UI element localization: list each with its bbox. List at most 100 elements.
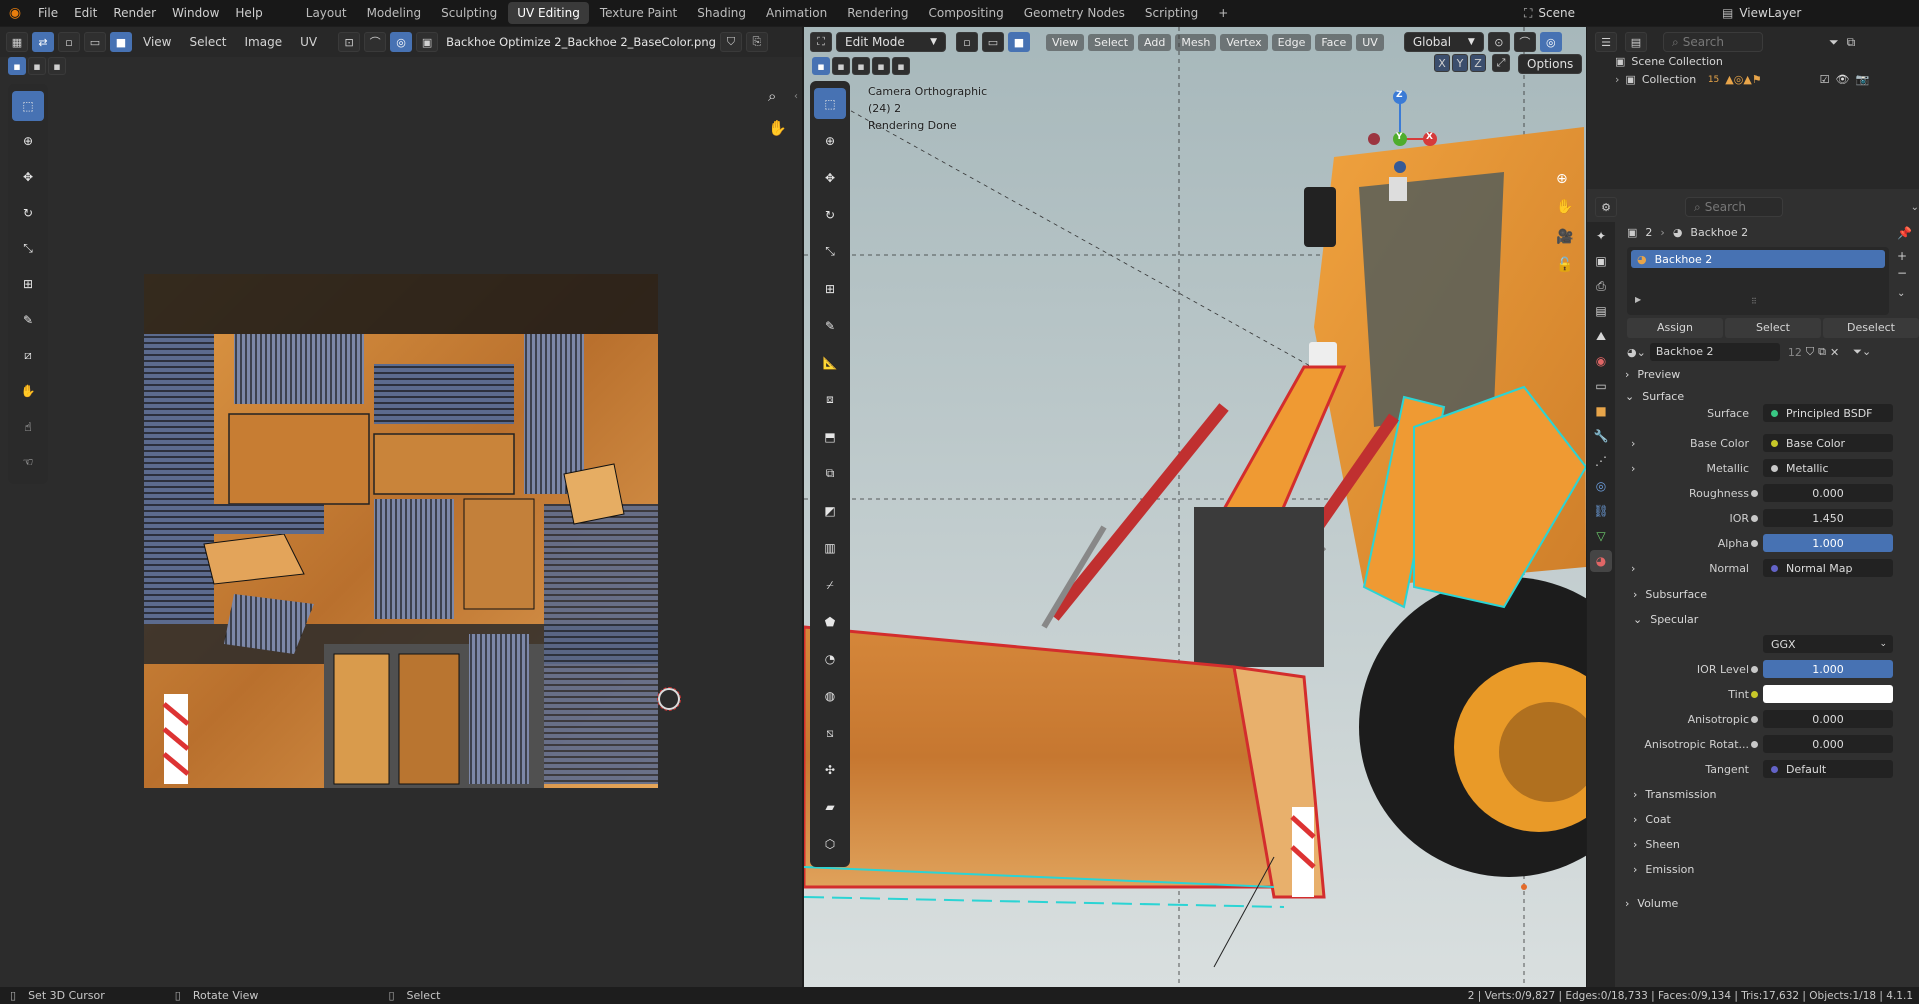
image-browse-icon[interactable]: ▣ [416,32,439,52]
zoom-icon[interactable]: ⌕ [768,87,776,105]
camera-view-icon[interactable]: 🎥 [1556,229,1573,245]
smooth-tool-icon[interactable]: ◍ [814,681,846,712]
emission-section[interactable]: › Emission [1633,863,1694,876]
expand-arrow-icon[interactable]: ▶ [1635,295,1641,304]
unlink-material-icon[interactable]: ✕ [1830,346,1839,359]
transform-icon[interactable]: ⊞ [12,269,44,299]
specular-section[interactable]: ⌄ Specular [1633,613,1698,626]
scene-collection-row[interactable]: ▣ Scene Collection [1615,55,1723,68]
base-color-field[interactable]: Base Color [1763,434,1893,452]
blender-logo-icon[interactable]: ◉ [0,5,30,21]
chevron-right-icon[interactable]: › [1631,462,1635,475]
outliner-type-icon[interactable]: ☰ [1595,32,1617,52]
pan-view-icon[interactable]: ✋ [1556,199,1573,215]
annotate-tool-icon[interactable]: ✎ [814,310,846,341]
face-mode-icon[interactable]: ■ [1008,32,1030,52]
edge-slide-tool-icon[interactable]: ⧅ [814,718,846,749]
shear-tool-icon[interactable]: ▰ [814,792,846,823]
alpha-field[interactable]: 1.000 [1751,534,1893,552]
snap-toggle-icon[interactable]: ⌒ [1513,32,1536,52]
knife-tool-icon[interactable]: ⌿ [814,570,846,601]
vertex-mode-icon[interactable]: ▫ [956,32,978,52]
lock-view-icon[interactable]: 🔓 [1556,257,1573,273]
constraints-tab-icon[interactable]: ⛓ [1590,500,1612,522]
tab-geometry-nodes[interactable]: Geometry Nodes [1015,2,1134,24]
spin-tool-icon[interactable]: ◔ [814,644,846,675]
duplicate-material-icon[interactable]: ⧉ [1818,345,1826,359]
viewport-editor-type-icon[interactable]: ⛶ [810,32,832,52]
visibility-eye-icon[interactable]: 👁 [1836,73,1850,86]
new-image-icon[interactable]: ⎘ [745,32,768,52]
node-filter-icon[interactable]: ⏷⌄ [1853,345,1871,359]
metallic-field[interactable]: Metallic [1763,459,1893,477]
snap-icon[interactable]: ⌒ [364,32,387,52]
pin-icon[interactable]: 📌 [1897,226,1912,240]
assign-button[interactable]: Assign [1627,318,1723,338]
tool-tab-icon[interactable]: ✦ [1590,225,1612,247]
zoom-view-icon[interactable]: ⊕ [1556,171,1568,187]
edge-mode-icon[interactable]: ▭ [982,32,1004,52]
vertex-select-icon[interactable]: ▫ [58,32,80,52]
rotate-tool-icon[interactable]: ↻ [814,199,846,230]
menu-edit[interactable]: Edit [66,0,105,26]
render-tab-icon[interactable]: ▣ [1590,250,1612,272]
chevron-right-icon[interactable]: › [1631,562,1635,575]
filter-icon[interactable]: ⏷ [1829,35,1839,50]
relax-icon[interactable]: ☝ [12,412,44,442]
menu-help[interactable]: Help [227,0,270,26]
select-subtract-mode-icon[interactable]: ▪ [852,57,870,75]
select-button[interactable]: Select [1725,318,1821,338]
pinch-icon[interactable]: ☜ [12,447,44,477]
object-tab-icon[interactable]: ■ [1590,400,1612,422]
material-name-field[interactable]: Backhoe 2 [1649,343,1780,361]
edge-select-icon[interactable]: ▭ [84,32,106,52]
modifier-tab-icon[interactable]: 🔧 [1590,425,1612,447]
subsurface-section[interactable]: › Subsurface [1633,588,1707,601]
scene-selector[interactable]: ⛶ Scene [1524,3,1700,23]
sidebar-toggle-icon[interactable]: ‹ [794,91,798,102]
rip-region-tool-icon[interactable]: ⬡ [814,829,846,860]
add-cube-tool-icon[interactable]: ⧈ [814,384,846,415]
extrude-tool-icon[interactable]: ⬒ [814,421,846,452]
tab-scripting[interactable]: Scripting [1136,2,1207,24]
pan-icon[interactable]: ✋ [768,119,787,137]
move-tool-icon[interactable]: ✥ [814,162,846,193]
grab-icon[interactable]: ✋ [12,376,44,406]
deselect-button[interactable]: Deselect [1823,318,1919,338]
normal-field[interactable]: Normal Map [1763,559,1893,577]
anisotropic-field[interactable]: 0.000 [1751,710,1893,728]
options-dropdown[interactable]: Options [1518,54,1583,74]
material-tab-icon[interactable]: ◕ [1590,550,1612,572]
select-subtract-icon[interactable]: ▪ [48,57,66,75]
measure-tool-icon[interactable]: 📐 [814,347,846,378]
viewport-menu-uv[interactable]: UV [1356,33,1384,51]
view-layer-selector[interactable]: ▤ ViewLayer [1722,3,1912,23]
remove-slot-button[interactable]: − [1897,266,1907,280]
annotate-icon[interactable]: ✎ [12,305,44,335]
select-box-tool-icon[interactable]: ⬚ [814,88,846,120]
render-camera-icon[interactable]: 📷 [1856,73,1870,86]
uv-menu-uv[interactable]: UV [293,35,324,49]
view-layer-tab-icon[interactable]: ▤ [1590,300,1612,322]
data-tab-icon[interactable]: ▽ [1590,525,1612,547]
collection-tab-icon[interactable]: ▭ [1590,375,1612,397]
viewport-menu-mesh[interactable]: Mesh [1175,33,1217,51]
outliner-search[interactable]: ⌕ Search [1663,32,1763,52]
proportional-edit-icon[interactable]: ◎ [390,32,413,52]
viewport-menu-vertex[interactable]: Vertex [1220,33,1268,51]
image-name[interactable]: Backhoe Optimize 2_Backhoe 2_BaseColor.p… [446,35,716,49]
select-box-icon[interactable]: ⬚ [12,91,44,121]
properties-type-icon[interactable]: ⚙ [1595,197,1617,217]
rotate-icon[interactable]: ↻ [12,198,44,228]
loop-cut-tool-icon[interactable]: ▥ [814,533,846,564]
slot-specials-icon[interactable]: ⌄ [1897,288,1905,299]
select-new-icon[interactable]: ▪ [8,57,26,75]
scale-tool-icon[interactable]: ⤡ [814,236,846,267]
uv-sync-selection-icon[interactable]: ⇄ [32,32,54,52]
new-collection-icon[interactable]: ⧉ [1847,35,1856,50]
exclude-checkbox[interactable]: ☑ [1820,73,1830,86]
pivot-icon[interactable]: ⊡ [338,32,361,52]
tab-shading[interactable]: Shading [688,2,755,24]
navigation-gizmo[interactable]: Z Y X [1360,87,1440,187]
transform-tool-icon[interactable]: ⊞ [814,273,846,304]
